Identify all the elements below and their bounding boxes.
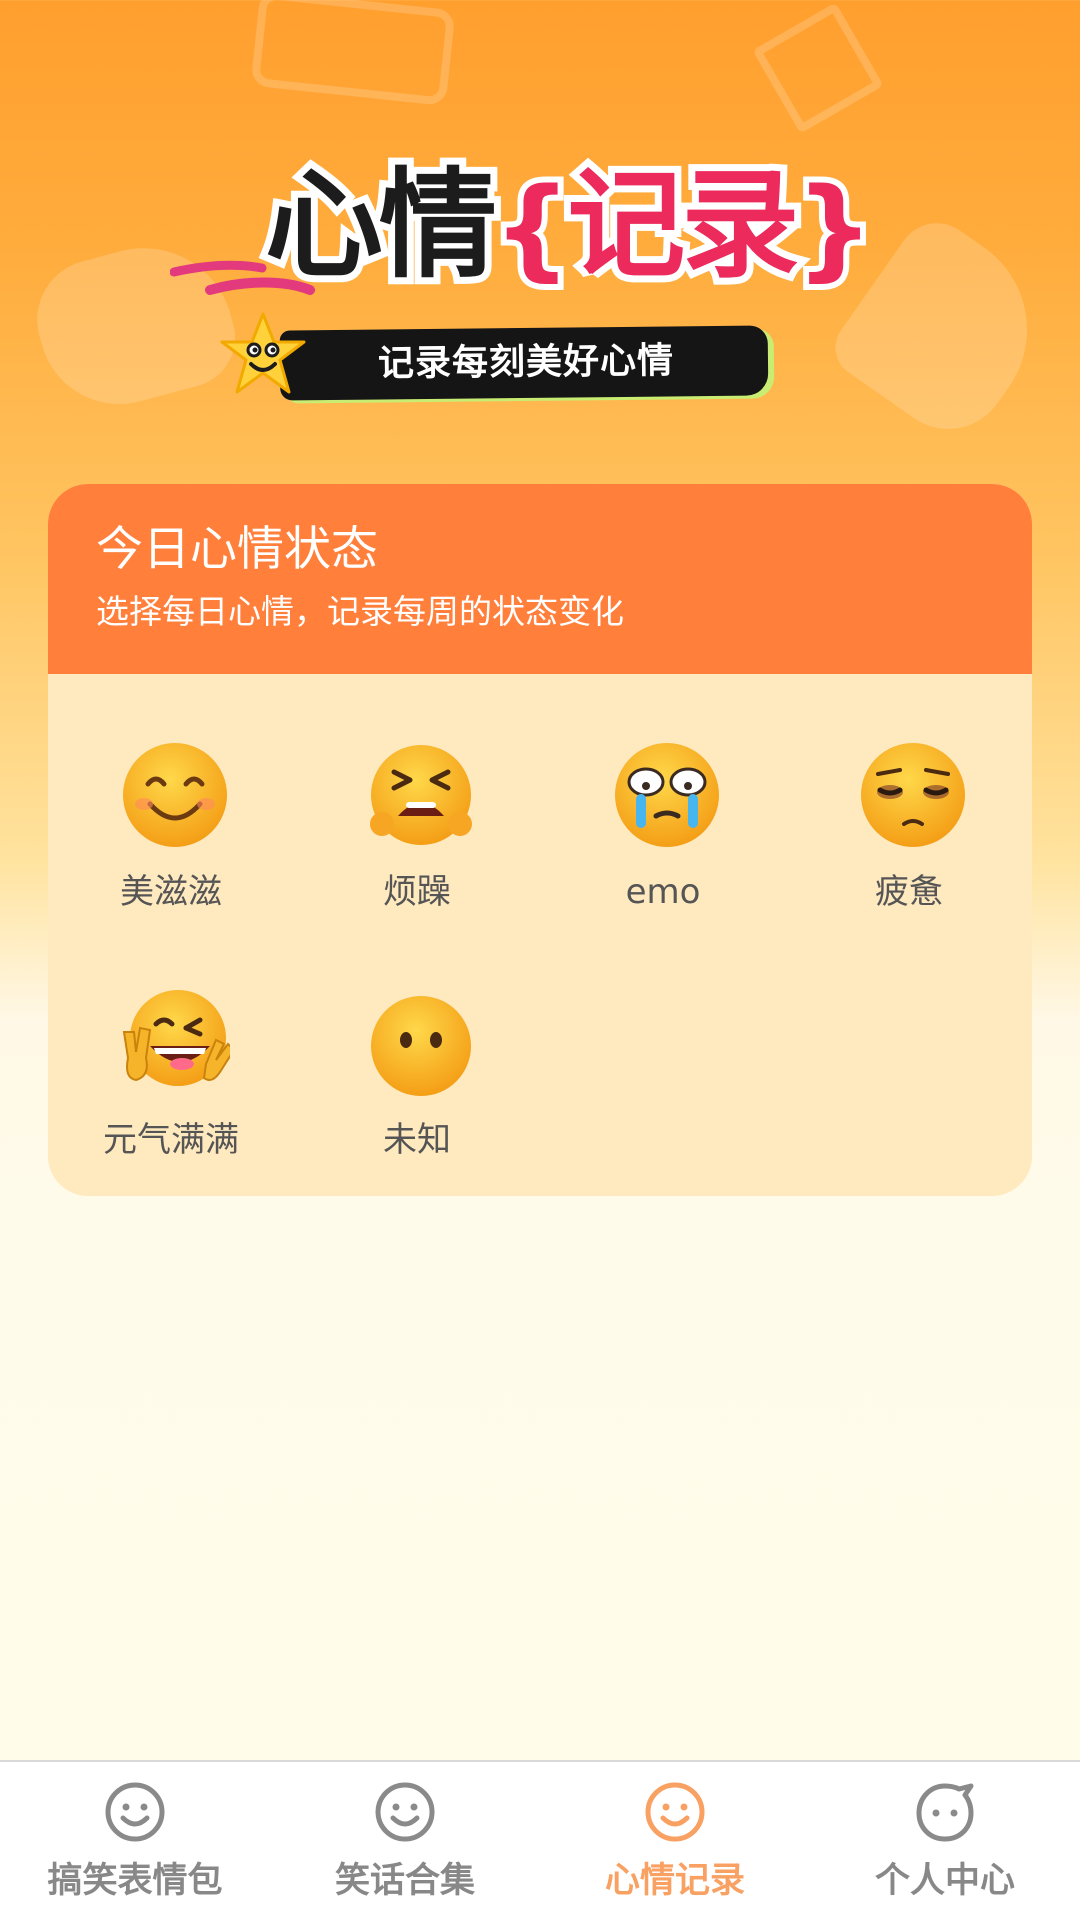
tab-jokes[interactable]: 笑话合集 <box>270 1762 540 1920</box>
tab-label: 搞笑表情包 <box>47 1861 223 1901</box>
subtitle-text: 记录每刻美好心情 <box>377 340 675 385</box>
mood-label: 元气满满 <box>103 1120 239 1160</box>
victory-hands-grin-icon <box>122 990 230 1086</box>
mood-option-happy[interactable]: 美滋滋 <box>48 740 294 940</box>
smiley-icon <box>645 1782 705 1842</box>
star-mascot-icon <box>220 312 306 394</box>
smiley-icon <box>375 1782 435 1842</box>
mood-option-unknown[interactable]: 未知 <box>294 988 540 1188</box>
mood-card: 今日心情状态 选择每日心情，记录每周的状态变化 美滋滋 烦躁 emo 疲惫 元气… <box>48 484 1032 1196</box>
mood-label: 未知 <box>383 1120 451 1160</box>
blank-face-icon <box>371 996 471 1096</box>
tired-face-icon <box>370 745 472 845</box>
tab-profile[interactable]: 个人中心 <box>810 1762 1080 1920</box>
tab-label: 笑话合集 <box>334 1861 475 1901</box>
mood-option-emo[interactable]: emo <box>540 740 786 940</box>
mood-label: 美滋滋 <box>120 872 222 912</box>
mood-label: 疲惫 <box>875 872 943 912</box>
background-plane-decoration <box>752 2 884 134</box>
page-banner: 心情{记录} 记录每刻美好心情 <box>170 150 880 420</box>
mood-card-header: 今日心情状态 选择每日心情，记录每周的状态变化 <box>48 484 1032 674</box>
smiley-icon <box>105 1782 165 1842</box>
weary-pensive-face-icon <box>861 743 965 847</box>
tab-label: 个人中心 <box>874 1861 1015 1901</box>
bottom-tab-bar: 搞笑表情包 笑话合集 心情记录 个人中心 <box>0 1760 1080 1920</box>
mood-card-title: 今日心情状态 <box>96 522 378 577</box>
smiling-face-icon <box>123 743 227 847</box>
mood-card-subtitle: 选择每日心情，记录每周的状态变化 <box>96 592 624 631</box>
subtitle-banner: 记录每刻美好心情 <box>279 325 769 401</box>
crying-face-icon <box>615 743 719 847</box>
tab-meme-packs[interactable]: 搞笑表情包 <box>0 1762 270 1920</box>
mood-option-irritated[interactable]: 烦躁 <box>294 740 540 940</box>
profile-face-icon <box>916 1783 974 1842</box>
mood-option-tired[interactable]: 疲惫 <box>786 740 1032 940</box>
mood-option-energetic[interactable]: 元气满满 <box>48 988 294 1188</box>
page-title-black: 心情 <box>258 153 504 297</box>
mood-label: emo <box>625 872 701 912</box>
mood-label: 烦躁 <box>383 872 451 912</box>
right-brace-icon: } <box>789 158 879 298</box>
tab-label: 心情记录 <box>604 1861 745 1901</box>
background-box-decoration <box>250 0 456 106</box>
tab-mood-record[interactable]: 心情记录 <box>540 1762 810 1920</box>
left-brace-icon: { <box>487 158 577 298</box>
page-title: 心情{记录} <box>258 153 880 298</box>
page-title-pink: 记录 <box>560 153 806 297</box>
